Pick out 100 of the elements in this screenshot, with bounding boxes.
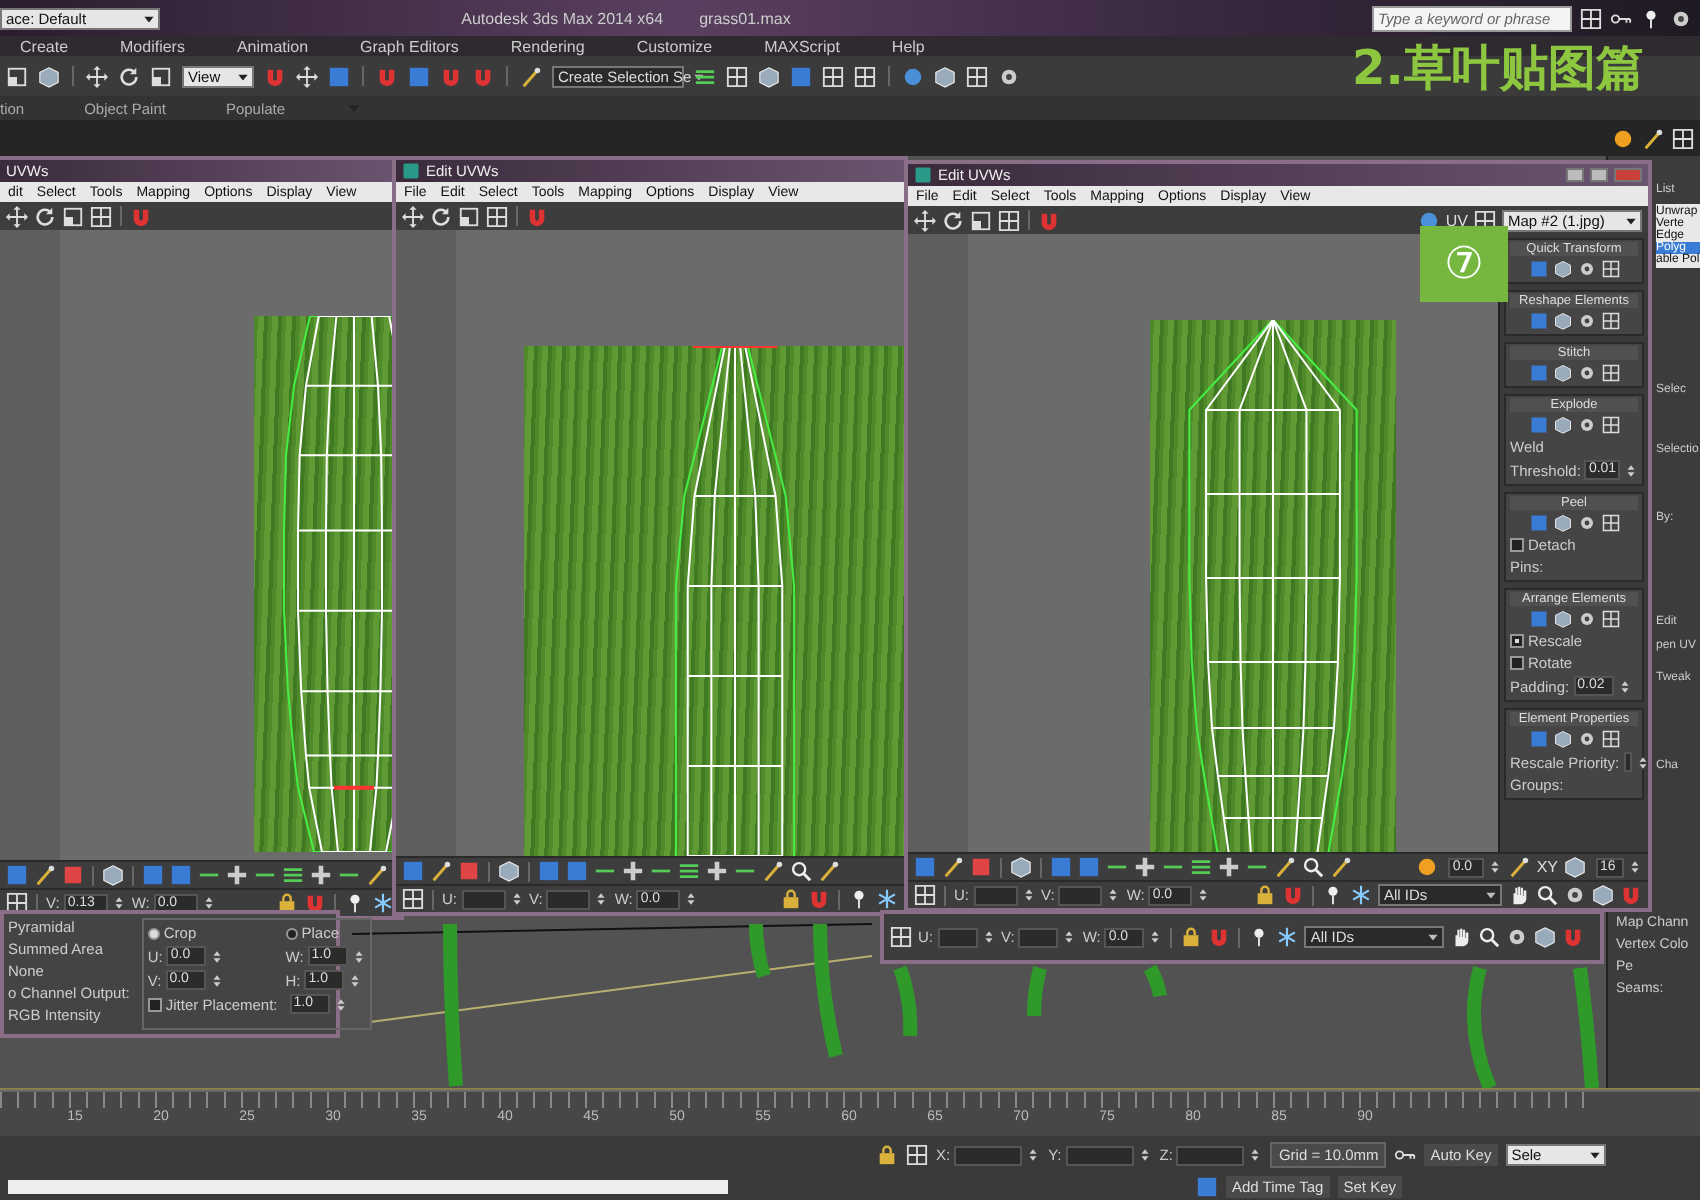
move-icon[interactable]	[296, 65, 318, 87]
lines-icon[interactable]	[694, 65, 716, 87]
square-icon[interactable]	[1196, 1176, 1218, 1198]
menu-item[interactable]: Rendering	[510, 37, 585, 55]
square-icon[interactable]	[790, 65, 812, 87]
spinner-icon[interactable]	[1026, 1148, 1041, 1162]
caret-icon[interactable]	[142, 11, 156, 25]
magnet-icon[interactable]	[440, 65, 462, 87]
grid-icon[interactable]	[854, 65, 876, 87]
checkbox[interactable]	[1510, 656, 1524, 670]
spinner-icon[interactable]	[1021, 888, 1035, 902]
caret-icon[interactable]	[691, 69, 706, 83]
snowflake-icon[interactable]	[1276, 926, 1299, 948]
ring-icon[interactable]	[1670, 7, 1692, 29]
spinner-icon[interactable]	[1488, 860, 1503, 874]
ring-icon[interactable]	[1577, 364, 1595, 382]
scale-icon[interactable]	[458, 205, 480, 227]
spinner-icon[interactable]	[1148, 930, 1163, 944]
caret-icon[interactable]	[236, 69, 250, 83]
input-field[interactable]	[1018, 927, 1059, 947]
scale-icon[interactable]	[6, 65, 28, 87]
square-icon[interactable]	[1078, 856, 1100, 878]
brush-icon[interactable]	[1330, 856, 1352, 878]
snowflake-icon[interactable]	[876, 888, 898, 910]
square-icon[interactable]	[142, 864, 164, 886]
spinner-icon[interactable]	[1248, 1148, 1263, 1162]
checkbox[interactable]	[1510, 634, 1524, 648]
grid-icon[interactable]	[1601, 312, 1619, 330]
spinner-icon[interactable]	[1635, 755, 1648, 769]
lines-icon[interactable]	[678, 860, 700, 882]
zoom-icon[interactable]	[790, 860, 812, 882]
square-icon[interactable]	[1050, 856, 1072, 878]
menu-item[interactable]: MAXScript	[764, 37, 840, 55]
input-field[interactable]	[1623, 752, 1632, 772]
input-field[interactable]	[461, 889, 505, 909]
input-field[interactable]	[1176, 1145, 1245, 1165]
spinner-icon[interactable]	[981, 930, 995, 944]
lock-icon[interactable]	[1254, 884, 1276, 906]
snowflake-icon[interactable]	[1350, 884, 1372, 906]
ring-icon[interactable]	[1577, 416, 1595, 434]
grid-icon[interactable]	[1601, 730, 1619, 748]
plus-icon[interactable]	[1218, 856, 1240, 878]
cube-icon[interactable]	[758, 65, 780, 87]
cube-icon[interactable]	[1553, 416, 1571, 434]
sphere-icon[interactable]	[902, 65, 924, 87]
spinner-icon[interactable]	[351, 949, 366, 963]
plus-icon[interactable]	[1134, 856, 1156, 878]
zoom-icon[interactable]	[1478, 926, 1501, 948]
checkbox[interactable]	[1510, 538, 1524, 552]
time-slider-bar[interactable]	[8, 1180, 728, 1194]
grid-icon[interactable]	[402, 888, 424, 910]
spinner-icon[interactable]	[1106, 888, 1121, 902]
cube-icon[interactable]	[1553, 312, 1571, 330]
input-field[interactable]	[1065, 1145, 1134, 1165]
zoom-icon[interactable]	[1536, 884, 1558, 906]
spinner-icon[interactable]	[1062, 930, 1077, 944]
menu-item[interactable]: Animation	[236, 37, 309, 55]
menu-item[interactable]: Graph Editors	[360, 37, 459, 55]
ring-icon[interactable]	[1577, 730, 1595, 748]
grid-icon[interactable]	[966, 65, 988, 87]
spinner-icon[interactable]	[1196, 888, 1211, 902]
menu-item[interactable]: Create	[20, 37, 69, 55]
cube-icon[interactable]	[1553, 364, 1571, 382]
grid-icon[interactable]	[890, 926, 912, 948]
pin-icon[interactable]	[344, 892, 366, 914]
caret-icon[interactable]	[1426, 930, 1441, 944]
hand-icon[interactable]	[1450, 926, 1473, 948]
pin-icon[interactable]	[1640, 7, 1662, 29]
sphere-icon[interactable]	[1612, 127, 1634, 149]
scale-icon[interactable]	[62, 205, 84, 227]
plus-icon[interactable]	[310, 864, 332, 886]
cube-icon[interactable]	[1592, 884, 1614, 906]
grid-icon[interactable]	[1672, 127, 1694, 149]
cube-icon[interactable]	[1534, 926, 1557, 948]
plus-icon[interactable]	[622, 860, 644, 882]
menu-item[interactable]: Modifiers	[120, 37, 185, 55]
grid-icon[interactable]	[90, 205, 112, 227]
brush-icon[interactable]	[34, 864, 56, 886]
lines-icon[interactable]	[282, 864, 304, 886]
square-icon[interactable]	[170, 864, 192, 886]
magnet-icon[interactable]	[264, 65, 286, 87]
grid-icon[interactable]	[1601, 610, 1619, 628]
magnet-icon[interactable]	[472, 65, 494, 87]
radio-button[interactable]	[147, 927, 160, 939]
spinner-icon[interactable]	[210, 949, 225, 963]
square-icon[interactable]	[566, 860, 588, 882]
input-field[interactable]	[937, 927, 977, 947]
spinner-icon[interactable]	[1624, 463, 1639, 477]
grid-icon[interactable]	[1601, 514, 1619, 532]
cube-icon[interactable]	[38, 65, 60, 87]
cube-icon[interactable]	[1553, 610, 1571, 628]
spinner-icon[interactable]	[1628, 860, 1642, 874]
ring-icon[interactable]	[1506, 926, 1529, 948]
ring-icon[interactable]	[1577, 514, 1595, 532]
input-field[interactable]	[973, 885, 1017, 905]
rotate-icon[interactable]	[942, 209, 964, 231]
cube-icon[interactable]	[934, 65, 956, 87]
grid-icon[interactable]	[486, 205, 508, 227]
zoom-icon[interactable]	[1302, 856, 1324, 878]
magnet-icon[interactable]	[376, 65, 398, 87]
